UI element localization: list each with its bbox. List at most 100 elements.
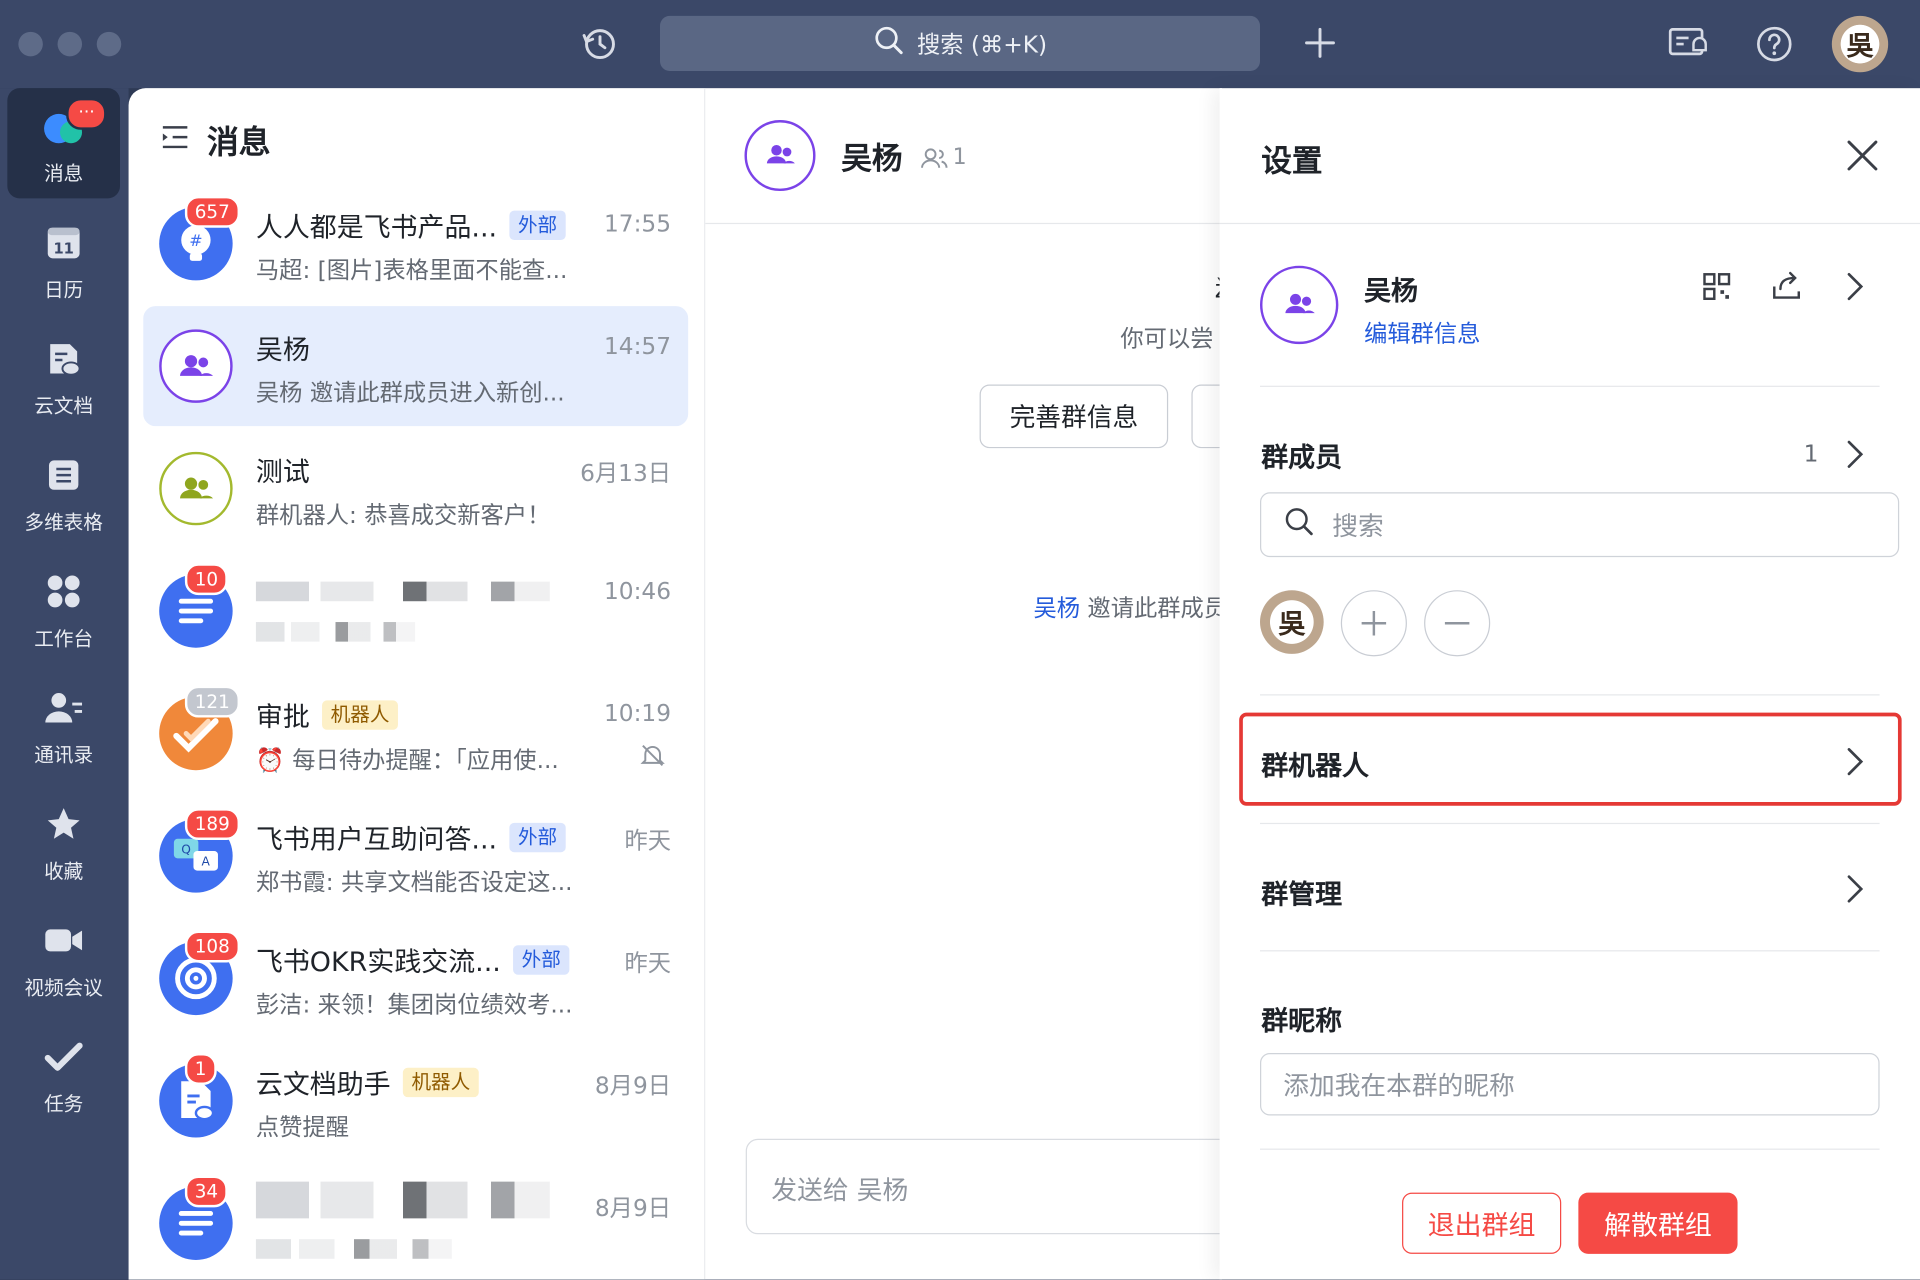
conversation-time: 8月9日 [594,1195,672,1223]
dissolve-group-button[interactable]: 解散群组 [1578,1192,1738,1254]
member-avatar[interactable]: 吳 [1260,590,1324,654]
hint-text: 你可以尝 [1120,325,1214,353]
conversation-preview: 吴杨 邀请此群成员进入新创... [255,379,565,407]
divider [1260,822,1880,825]
members-count: 1 [1803,440,1819,468]
svg-text:11: 11 [53,240,73,257]
divider [1260,1148,1880,1150]
svg-text:Q: Q [181,842,191,856]
calendar-icon: 11 [7,224,120,269]
bot-tag: 机器人 [402,1067,479,1098]
conversation-row[interactable]: QA 189 飞书用户互助问答... 外部 昨天 郑书霞: 共享文档能否设定这..… [143,796,688,916]
grid-icon [7,573,120,618]
nav-item-video-meeting[interactable]: 视频会议 [7,902,120,1012]
group-bots-title: 群机器人 [1261,751,1369,783]
redacted-preview [255,622,416,642]
conversation-preview: ⏰ 每日待办提醒：「应用使... [255,746,559,774]
conversation-time: 昨天 [624,827,672,855]
message-list-panel: 消息 # 657 人人都是飞书产品... 外部 17:55 马超: [图片]表格里… [128,88,705,1280]
event-actor-link[interactable]: 吴杨 [1033,595,1080,622]
nav-item-base-table[interactable]: 多维表格 [7,437,120,547]
share-icon[interactable] [1771,269,1803,306]
nav-label: 通讯录 [34,743,94,767]
conversation-row[interactable]: 吴杨 14:57 吴杨 邀请此群成员进入新创... [143,306,689,427]
conversation-title: 人人都是飞书产品... [255,213,498,244]
zoom-window-dot[interactable] [96,31,122,57]
unread-badge: 189 [184,808,240,841]
conversation-title: 飞书OKR实践交流... [255,947,501,979]
conversation-row[interactable]: 108 飞书OKR实践交流... 外部 昨天 彭洁: 来领！集团岗位绩效考... [143,918,688,1038]
minimize-window-dot[interactable] [57,31,83,57]
title-bar: 搜索 (⌘+K) 吳 [0,0,1920,89]
divider [1260,950,1880,952]
message-list-header: 消息 [160,118,271,163]
member-count-text: 1 [952,144,967,171]
conversation-row[interactable]: 10 10:46 [143,551,688,671]
user-avatar[interactable]: 吳 [1831,15,1889,73]
nav-item-workplace[interactable]: 工作台 [7,553,120,663]
conversation-row[interactable]: 34 8月9日 [143,1163,688,1279]
plus-icon [1361,611,1387,636]
conversation-row[interactable]: 1 云文档助手 机器人 8月9日 点赞提醒 [143,1041,688,1161]
nav-item-calendar[interactable]: 11 日历 [7,204,120,314]
member-search-input[interactable]: 搜索 [1260,492,1900,558]
close-window-dot[interactable] [18,31,43,57]
edit-group-info-link[interactable]: 编辑群信息 [1364,316,1480,349]
chevron-right-icon[interactable] [1842,872,1866,912]
nav-label: 收藏 [44,859,84,883]
complete-group-info-button[interactable]: 完善群信息 [979,384,1169,449]
conversation-row[interactable]: 121 审批 机器人 10:19 ⏰ 每日待办提醒：「应用使... [143,673,688,793]
unread-badge: 1 [184,1053,217,1085]
global-search-bar[interactable]: 搜索 (⌘+K) [660,15,1261,72]
close-icon[interactable] [1844,137,1881,179]
unread-badge: 108 [184,930,240,963]
page-title: 消息 [206,124,271,162]
plus-icon[interactable] [1302,24,1339,67]
notification-board-icon[interactable] [1667,24,1709,69]
group-avatar[interactable] [744,120,816,192]
nav-item-favorites[interactable]: 收藏 [7,786,120,896]
chevron-right-icon[interactable] [1842,744,1866,784]
minus-icon [1444,622,1470,625]
chevron-right-icon[interactable] [1842,437,1866,477]
conversation-title: 测试 [255,457,310,489]
conversation-preview: 马超: [图片]表格里面不能查... [255,257,568,285]
star-icon [7,806,120,851]
nav-item-contacts[interactable]: 通讯录 [7,670,120,780]
nav-label: 日历 [44,277,84,302]
group-management-title[interactable]: 群管理 [1261,873,1342,912]
divider [1219,222,1920,225]
group-name: 吴杨 [1364,276,1418,308]
external-tag: 外部 [509,822,566,853]
nickname-input[interactable]: 添加我在本群的昵称 [1260,1053,1880,1116]
nav-label: 多维表格 [24,510,103,534]
nav-label: 视频会议 [24,975,103,1000]
redacted-preview [255,1239,452,1259]
conversation-row[interactable]: 测试 6月13日 群机器人: 恭喜成交新客户！ [143,429,688,549]
svg-text:A: A [202,855,211,869]
task-icon [7,1038,120,1083]
conversation-row[interactable]: # 657 人人都是飞书产品... 外部 17:55 马超: [图片]表格里面不能… [143,184,688,304]
nav-item-messages[interactable]: ··· 消息 [7,88,121,199]
member-count[interactable]: 1 [921,144,967,170]
bot-tag: 机器人 [322,700,398,730]
nickname-title: 群昵称 [1261,1006,1343,1038]
conversation-title: 吴杨 [255,335,310,367]
global-search-text: 搜索 (⌘+K) [916,31,1048,59]
search-icon [873,24,905,62]
conversation-time: 8月9日 [594,1072,672,1100]
leave-group-button[interactable]: 退出群组 [1402,1192,1562,1254]
nav-item-tasks[interactable]: 任务 [7,1019,120,1129]
unread-badge: 121 [184,685,240,718]
history-icon[interactable] [580,24,619,69]
remove-member-button[interactable] [1424,590,1491,657]
help-icon[interactable] [1755,24,1794,69]
message-input[interactable]: 发送给 吴杨 [745,1138,1261,1235]
group-avatar[interactable] [1260,265,1339,345]
collapse-list-icon[interactable] [160,122,189,159]
chevron-right-icon[interactable] [1842,269,1866,309]
messages-badge: ··· [66,97,107,130]
add-member-button[interactable] [1340,590,1407,657]
qr-code-icon[interactable] [1702,272,1731,306]
nav-item-cloud-docs[interactable]: 云文档 [7,321,120,431]
